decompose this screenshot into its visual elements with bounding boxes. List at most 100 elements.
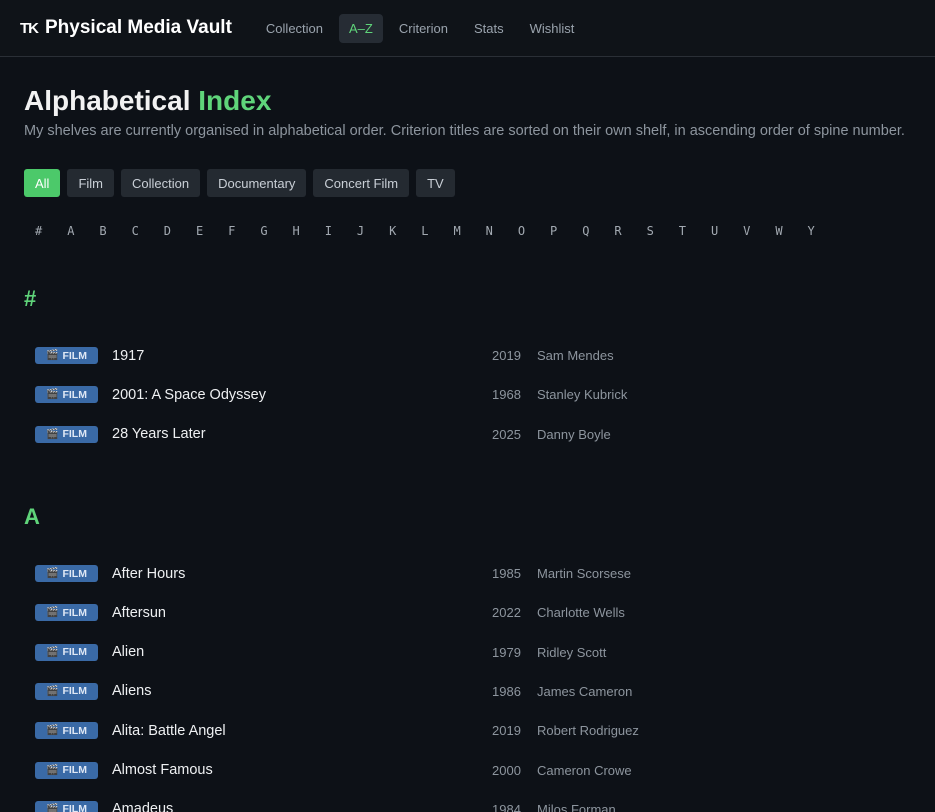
item-director: Cameron Crowe xyxy=(537,762,632,778)
type-badge: 🎬 FILM xyxy=(35,682,98,700)
filter-chip[interactable]: Collection xyxy=(121,169,201,197)
filter-chip[interactable]: Concert Film xyxy=(313,169,410,197)
item-title[interactable]: Alien xyxy=(112,644,492,660)
type-badge-label: FILM xyxy=(62,685,87,698)
type-filter-bar: All Film Collection Documentary Concert Film… xyxy=(24,169,911,197)
alphabet-link[interactable]: H xyxy=(293,224,325,238)
list-item[interactable]: 🎬 FILM Alita: Battle Angel 2019 Robert Rodri… xyxy=(24,711,911,750)
alphabet-link[interactable]: P xyxy=(550,224,582,238)
type-badge: 🎬 FILM xyxy=(35,565,98,583)
item-year: 2019 xyxy=(492,723,521,739)
item-director: Ridley Scott xyxy=(537,644,607,660)
alphabet-link[interactable]: L xyxy=(421,224,453,238)
item-title[interactable]: Aftersun xyxy=(112,605,492,621)
item-director: Charlotte Wells xyxy=(537,605,625,621)
brand[interactable]: TK Physical Media Vault xyxy=(20,17,232,39)
item-title[interactable]: Almost Famous xyxy=(112,762,492,778)
alphabet-link[interactable]: I xyxy=(325,224,357,238)
item-title[interactable]: 2001: A Space Odyssey xyxy=(112,387,492,403)
item-title[interactable]: Aliens xyxy=(112,683,492,699)
list-item[interactable]: 🎬 FILM Aftersun 2022 Charlotte Wells xyxy=(24,593,911,632)
item-year: 2025 xyxy=(492,426,521,442)
clapperboard-icon: 🎬 xyxy=(46,428,59,440)
list-item[interactable]: 🎬 FILM Aliens 1986 James Cameron xyxy=(24,672,911,711)
alphabet-link[interactable]: O xyxy=(518,224,550,238)
type-badge: 🎬 FILM xyxy=(35,386,98,404)
clapperboard-icon: 🎬 xyxy=(46,803,59,812)
alphabet-link[interactable]: N xyxy=(486,224,518,238)
alphabet-link[interactable]: U xyxy=(711,224,743,238)
main-content: Alphabetical Index My shelves are curren… xyxy=(0,57,935,812)
alphabet-link[interactable]: R xyxy=(614,224,646,238)
section-list: 🎬 FILM 1917 2019 Sam Mendes 🎬 FILM 2001: A Spac… xyxy=(24,336,911,454)
clapperboard-icon: 🎬 xyxy=(46,389,59,401)
alphabet-link[interactable]: J xyxy=(357,224,389,238)
page-title-accent: Index xyxy=(198,85,272,116)
item-title[interactable]: After Hours xyxy=(112,566,492,582)
type-badge-label: FILM xyxy=(62,646,87,659)
item-year: 2022 xyxy=(492,605,521,621)
list-item[interactable]: 🎬 FILM Almost Famous 2000 Cameron Crowe xyxy=(24,750,911,789)
alphabet-link[interactable]: G xyxy=(260,224,292,238)
alphabet-link[interactable]: D xyxy=(164,224,196,238)
type-badge: 🎬 FILM xyxy=(35,425,98,443)
clapperboard-icon: 🎬 xyxy=(46,685,59,697)
filter-chip[interactable]: Film xyxy=(67,169,114,197)
item-director: Martin Scorsese xyxy=(537,566,631,582)
item-title[interactable]: 28 Years Later xyxy=(112,426,492,442)
alphabet-link[interactable]: Q xyxy=(582,224,614,238)
item-title[interactable]: 1917 xyxy=(112,348,492,364)
nav-item[interactable]: Stats xyxy=(464,14,514,43)
clapperboard-icon: 🎬 xyxy=(46,350,59,362)
nav-item[interactable]: Criterion xyxy=(389,14,458,43)
item-year: 2019 xyxy=(492,348,521,364)
type-badge: 🎬 FILM xyxy=(35,800,98,812)
alphabet-link[interactable]: # xyxy=(35,224,67,238)
alphabet-link[interactable]: E xyxy=(196,224,228,238)
alphabet-jump-bar: # A B C D E F G H I J K L M N O P Q R S T U V W Y xyxy=(24,224,911,238)
alphabet-link[interactable]: M xyxy=(453,224,485,238)
filter-chip[interactable]: TV xyxy=(416,169,455,197)
filter-chip[interactable]: Documentary xyxy=(207,169,307,197)
clapperboard-icon: 🎬 xyxy=(46,764,59,776)
nav-item[interactable]: A–Z xyxy=(339,13,383,43)
alphabet-link[interactable]: V xyxy=(743,224,775,238)
list-item[interactable]: 🎬 FILM 28 Years Later 2025 Danny Boyle xyxy=(24,415,911,454)
alphabet-link[interactable]: C xyxy=(132,224,164,238)
index-sections: # 🎬 FILM 1917 2019 Sam Mendes 🎬 FILM 2001: A Spa… xyxy=(24,286,911,812)
brand-title: Physical Media Vault xyxy=(45,17,232,38)
alphabet-link[interactable]: B xyxy=(99,224,131,238)
nav-item[interactable]: Wishlist xyxy=(520,14,585,43)
alphabet-link[interactable]: W xyxy=(775,224,807,238)
page-subtitle: My shelves are currently organised in al… xyxy=(24,123,905,139)
clapperboard-icon: 🎬 xyxy=(46,607,59,619)
type-badge-label: FILM xyxy=(62,388,87,401)
nav-item[interactable]: Collection xyxy=(256,14,333,43)
type-badge: 🎬 FILM xyxy=(35,761,98,779)
list-item[interactable]: 🎬 FILM After Hours 1985 Martin Scorsese xyxy=(24,554,911,593)
alphabet-link[interactable]: K xyxy=(389,224,421,238)
item-year: 1984 xyxy=(492,801,521,812)
item-title[interactable]: Alita: Battle Angel xyxy=(112,723,492,739)
alphabet-link[interactable]: Y xyxy=(808,224,840,238)
clapperboard-icon: 🎬 xyxy=(46,646,59,658)
list-item[interactable]: 🎬 FILM Amadeus 1984 Milos Forman xyxy=(24,790,911,812)
list-item[interactable]: 🎬 FILM Alien 1979 Ridley Scott xyxy=(24,632,911,671)
alphabet-link[interactable]: S xyxy=(647,224,679,238)
item-director: Danny Boyle xyxy=(537,426,611,442)
item-director: Stanley Kubrick xyxy=(537,387,628,403)
alphabet-link[interactable]: F xyxy=(228,224,260,238)
item-title[interactable]: Amadeus xyxy=(112,801,492,812)
alphabet-link[interactable]: T xyxy=(679,224,711,238)
page-title: Alphabetical Index xyxy=(24,85,911,117)
type-badge: 🎬 FILM xyxy=(35,643,98,661)
filter-chip[interactable]: All xyxy=(24,169,61,197)
list-item[interactable]: 🎬 FILM 2001: A Space Odyssey 1968 Stanley Ku… xyxy=(24,375,911,414)
type-badge: 🎬 FILM xyxy=(35,722,98,740)
alphabet-link[interactable]: A xyxy=(67,224,99,238)
list-item[interactable]: 🎬 FILM 1917 2019 Sam Mendes xyxy=(24,336,911,375)
main-nav: Collection A–Z Criterion Stats Wishlist xyxy=(256,13,585,43)
top-navigation-bar: TK Physical Media Vault Collection A–Z Cri… xyxy=(0,0,935,57)
section-heading: A xyxy=(24,503,40,529)
item-year: 1979 xyxy=(492,644,521,660)
